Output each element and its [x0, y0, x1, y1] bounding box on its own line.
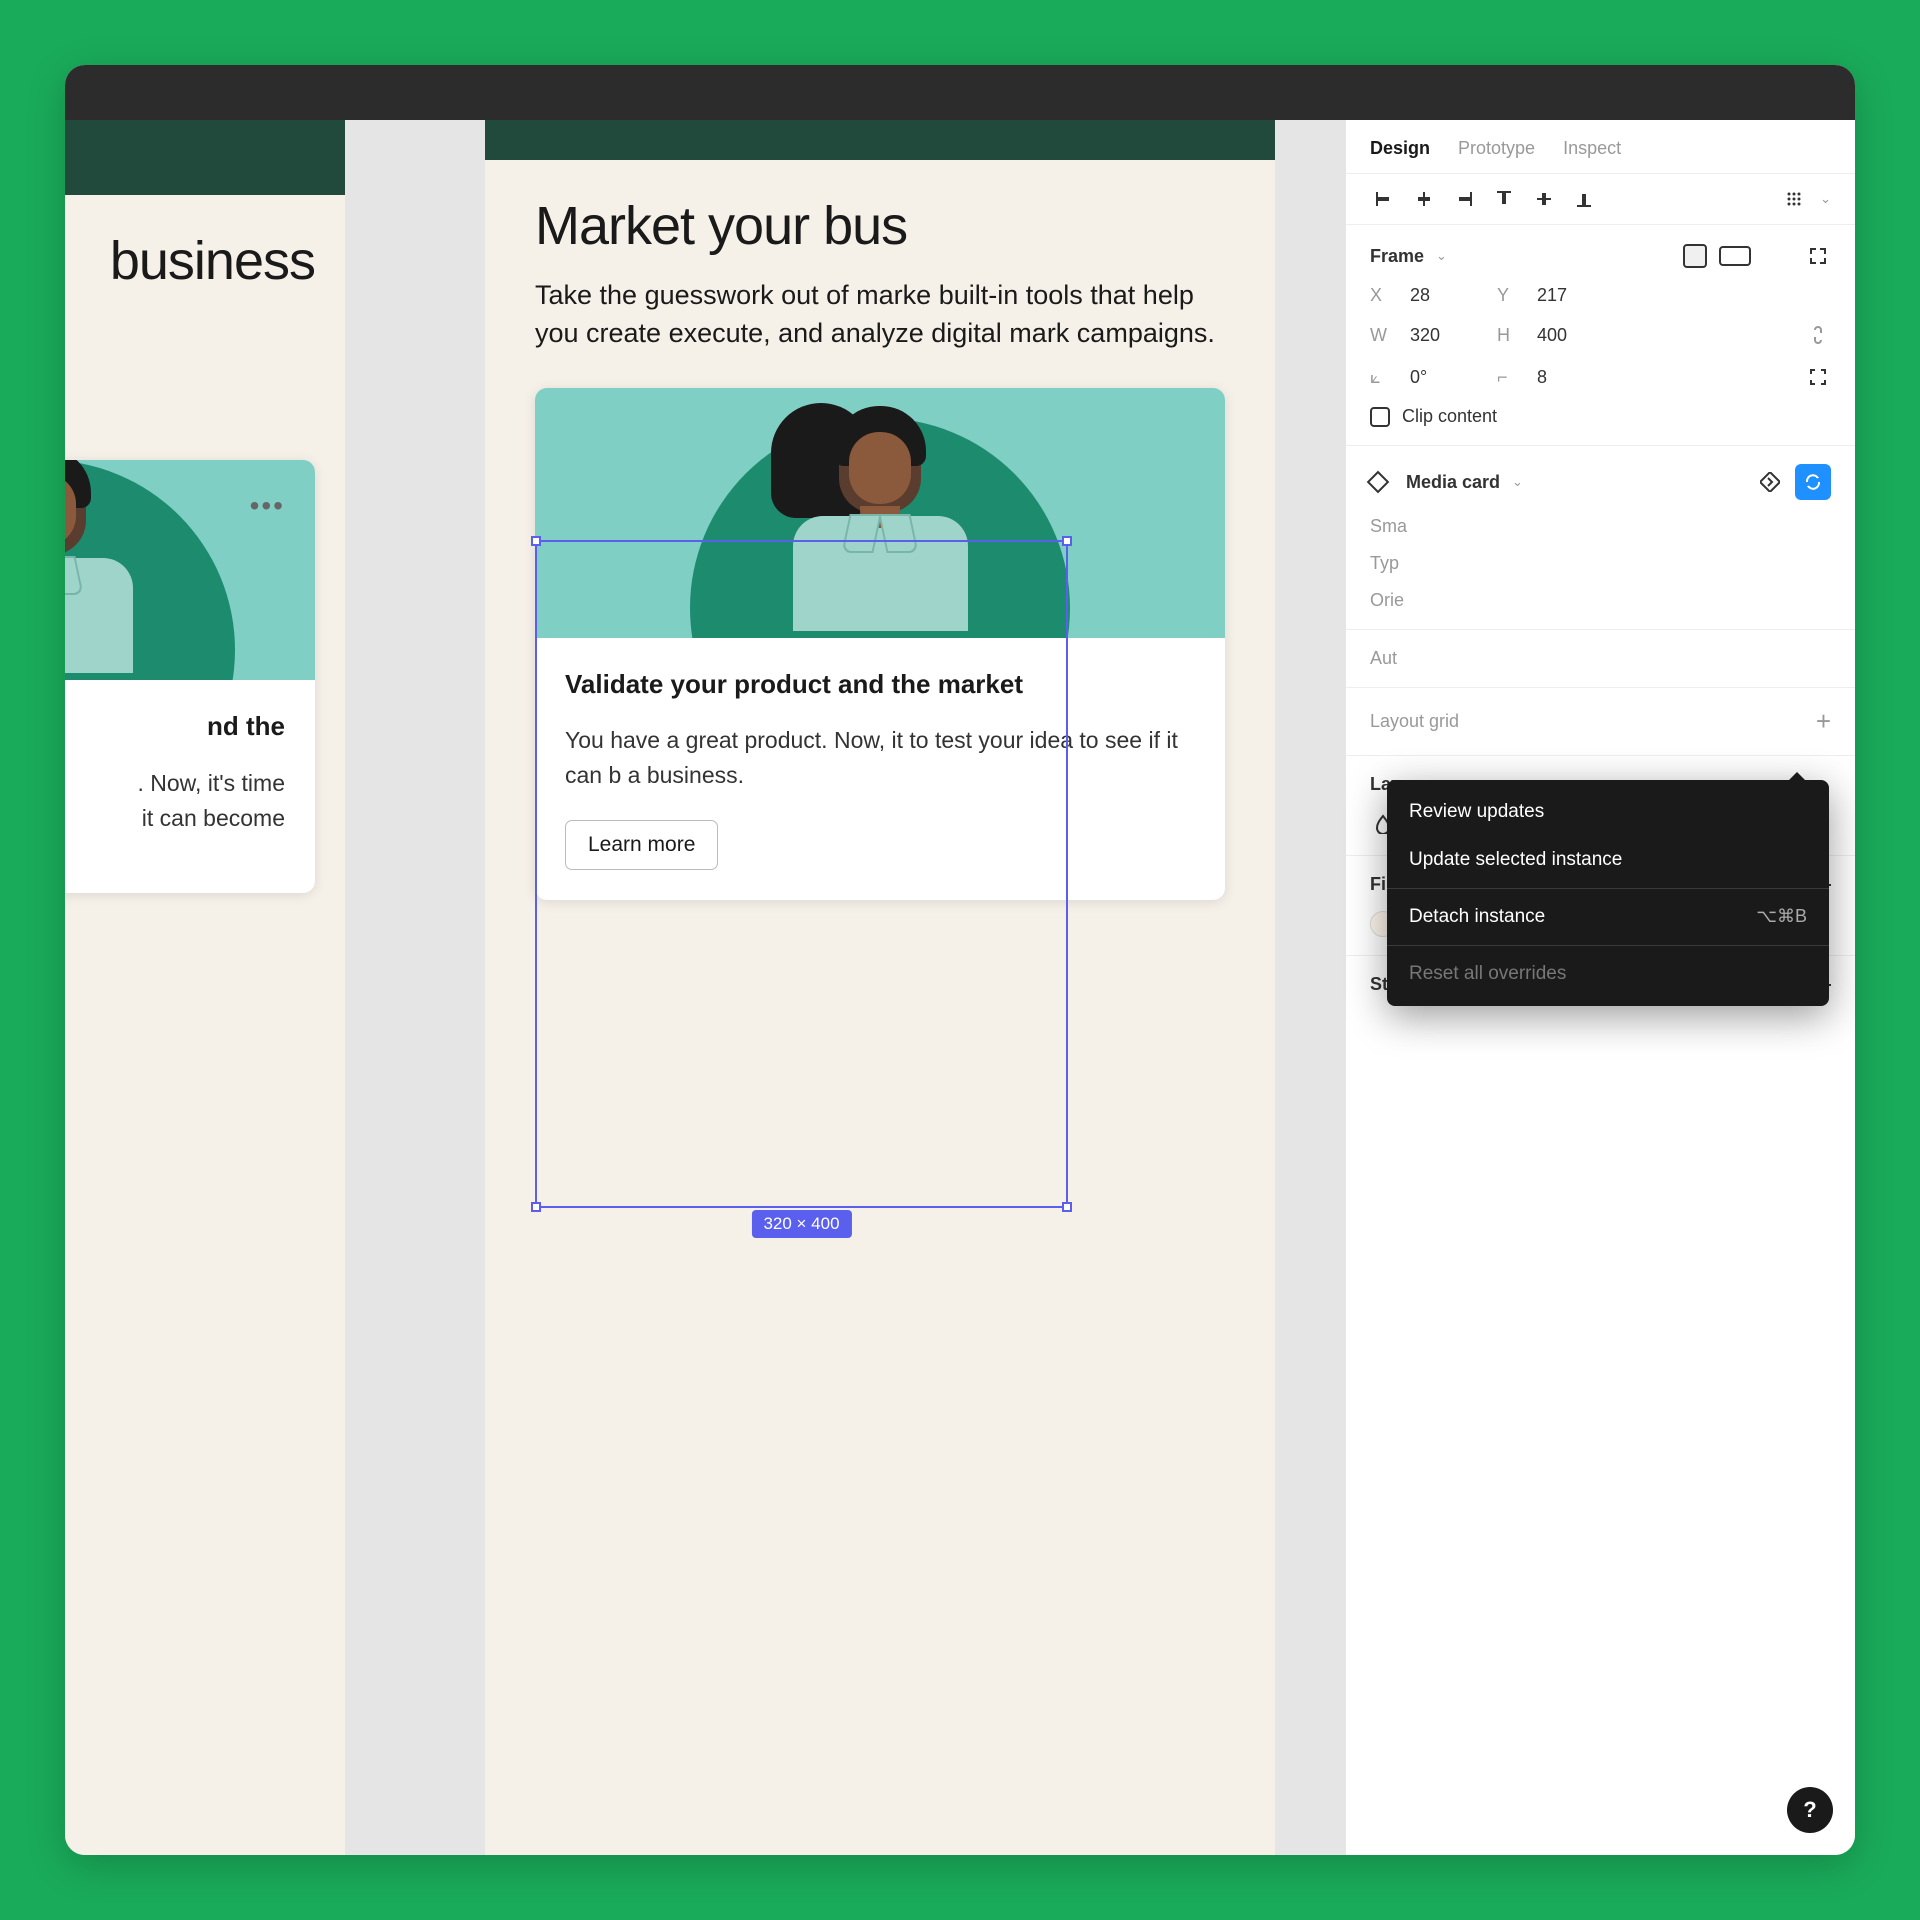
chevron-down-icon[interactable]: ⌄ — [1820, 191, 1831, 207]
card-desc: You have a great product. Now, it to tes… — [565, 723, 1195, 792]
canvas[interactable]: business f marketing with u create, tal … — [65, 120, 1345, 1855]
tab-prototype[interactable]: Prototype — [1458, 138, 1535, 159]
card-desc: . Now, it's time it can become — [65, 766, 285, 835]
autolayout-section: Aut — [1346, 630, 1855, 688]
card-title: nd the — [65, 710, 285, 744]
menu-detach-instance[interactable]: Detach instance⌥⌘B — [1387, 893, 1829, 941]
x-label: X — [1370, 285, 1392, 306]
learn-more-button[interactable]: Learn more — [565, 820, 718, 870]
menu-update-instance[interactable]: Update selected instance — [1387, 836, 1829, 884]
y-label: Y — [1497, 285, 1519, 306]
rotation-value[interactable]: 0° — [1410, 367, 1485, 388]
card-image — [535, 388, 1225, 638]
prop-label: Sma — [1370, 516, 1407, 537]
headline: business — [65, 230, 315, 292]
y-value[interactable]: 217 — [1537, 285, 1567, 306]
w-label: W — [1370, 325, 1392, 346]
card-title: Validate your product and the market — [565, 668, 1195, 702]
frame-label: Frame — [1370, 246, 1424, 267]
artboard-right: Market your bus Take the guesswork out o… — [485, 120, 1275, 1855]
chevron-down-icon[interactable]: ⌄ — [1436, 248, 1447, 264]
align-left-icon[interactable] — [1370, 188, 1398, 210]
align-vcenter-icon[interactable] — [1530, 188, 1558, 210]
radius-value[interactable]: 8 — [1537, 367, 1547, 388]
artboard-left: business f marketing with u create, tal … — [65, 120, 345, 1855]
align-row: ⌄ — [1346, 174, 1855, 225]
h-value[interactable]: 400 — [1537, 325, 1567, 346]
frame-section: Frame ⌄ X 28 Y 217 W 320 H 400 ⟀ 0° ⌐ 8 … — [1346, 225, 1855, 446]
sub-text: Take the guesswork out of marke built-in… — [535, 277, 1225, 353]
add-icon[interactable]: + — [1816, 706, 1831, 737]
media-card: ••• nd the . Now, it's time it can becom… — [65, 460, 315, 893]
sync-updates-button[interactable] — [1795, 464, 1831, 500]
menu-reset-overrides: Reset all overrides — [1387, 950, 1829, 998]
panel-tabs: Design Prototype Inspect — [1346, 120, 1855, 174]
resize-fit-icon[interactable] — [1805, 243, 1831, 269]
tidy-icon[interactable] — [1780, 188, 1808, 210]
prop-label: Typ — [1370, 553, 1399, 574]
h-label: H — [1497, 325, 1519, 346]
tab-design[interactable]: Design — [1370, 138, 1430, 159]
x-value[interactable]: 28 — [1410, 285, 1485, 306]
sub-text: f marketing with u create, tal marketing — [65, 312, 315, 425]
align-top-icon[interactable] — [1490, 188, 1518, 210]
w-value[interactable]: 320 — [1410, 325, 1485, 346]
top-bar — [65, 65, 1855, 120]
headline: Market your bus — [535, 195, 1225, 257]
orientation-landscape-icon[interactable] — [1719, 246, 1751, 266]
help-button[interactable]: ? — [1787, 1787, 1833, 1833]
tab-inspect[interactable]: Inspect — [1563, 138, 1621, 159]
align-bottom-icon[interactable] — [1570, 188, 1598, 210]
more-icon[interactable]: ••• — [250, 490, 285, 522]
constrain-icon[interactable] — [1805, 322, 1831, 348]
align-hcenter-icon[interactable] — [1410, 188, 1438, 210]
media-card-selected[interactable]: Validate your product and the market You… — [535, 388, 1225, 901]
clip-content-checkbox[interactable] — [1370, 407, 1390, 427]
component-icon — [1367, 471, 1390, 494]
independent-corners-icon[interactable] — [1805, 364, 1831, 390]
align-right-icon[interactable] — [1450, 188, 1478, 210]
orientation-portrait-icon[interactable] — [1683, 244, 1707, 268]
component-section: Media card ⌄ Sma Typ Orie — [1346, 446, 1855, 630]
radius-icon: ⌐ — [1497, 367, 1519, 388]
app-window: business f marketing with u create, tal … — [65, 65, 1855, 1855]
context-menu: Review updates Update selected instance … — [1387, 780, 1829, 1006]
go-to-main-icon[interactable] — [1757, 469, 1783, 495]
component-name[interactable]: Media card — [1406, 472, 1500, 493]
section-label: Aut — [1370, 648, 1397, 669]
section-label: Layout grid — [1370, 711, 1459, 732]
rotation-icon: ⟀ — [1370, 367, 1392, 388]
clip-content-label: Clip content — [1402, 406, 1497, 427]
prop-label: Orie — [1370, 590, 1404, 611]
menu-review-updates[interactable]: Review updates — [1387, 788, 1829, 836]
chevron-down-icon[interactable]: ⌄ — [1512, 474, 1523, 490]
layout-grid-section: Layout grid + — [1346, 688, 1855, 756]
